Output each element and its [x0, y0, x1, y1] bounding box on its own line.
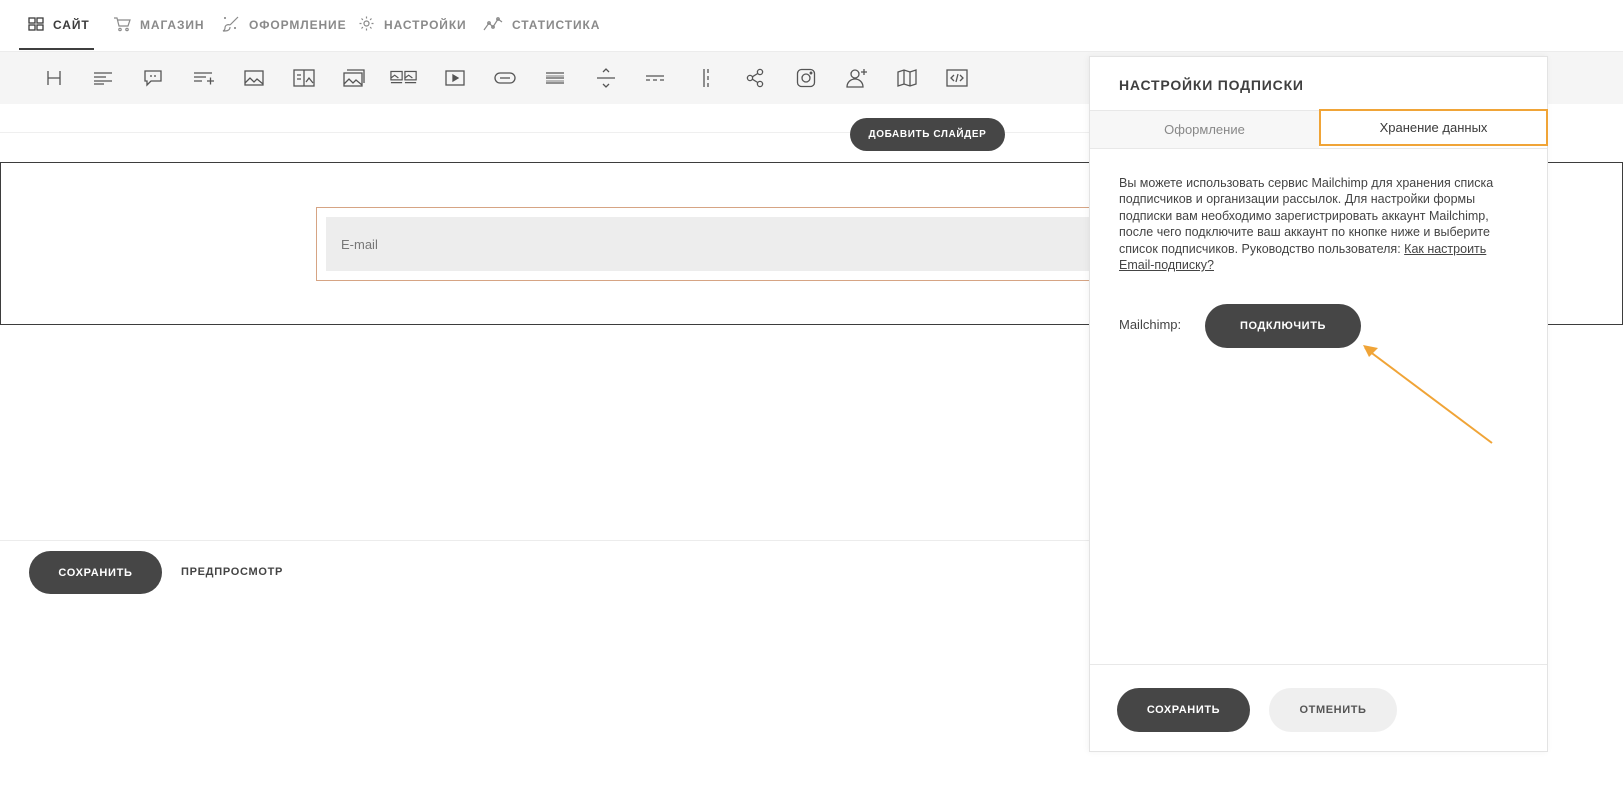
brush-icon [222, 15, 240, 36]
instagram-icon[interactable] [792, 64, 820, 92]
nav-item-stats[interactable]: СТАТИСТИКА [483, 0, 600, 50]
nav-item-label: СТАТИСТИКА [512, 18, 601, 32]
share-icon[interactable] [741, 64, 769, 92]
code-icon[interactable] [943, 64, 971, 92]
gallery-text-icon[interactable] [390, 64, 418, 92]
nav-item-site[interactable]: САЙТ [28, 0, 90, 50]
subscription-settings-panel: НАСТРОЙКИ ПОДПИСКИ Оформление Хранение д… [1089, 56, 1548, 752]
quote-icon[interactable] [139, 64, 167, 92]
add-slider-button[interactable]: ДОБАВИТЬ СЛАЙДЕР [850, 118, 1005, 151]
nav-item-label: ОФОРМЛЕНИЕ [249, 18, 347, 32]
panel-cancel-button[interactable]: ОТМЕНИТЬ [1269, 688, 1397, 732]
nav-item-shop[interactable]: МАГАЗИН [113, 0, 204, 50]
save-button[interactable]: СОХРАНИТЬ [29, 551, 162, 594]
nav-item-settings[interactable]: НАСТРОЙКИ [358, 0, 467, 50]
gallery-icon[interactable] [340, 64, 368, 92]
footer-divider [0, 540, 1090, 541]
text-icon[interactable] [89, 64, 117, 92]
subscribe-icon[interactable] [843, 64, 871, 92]
button-icon[interactable] [491, 64, 519, 92]
cart-icon [113, 16, 131, 35]
grid-icon [28, 16, 44, 34]
nav-item-label: НАСТРОЙКИ [384, 18, 467, 32]
nav-item-label: САЙТ [53, 18, 90, 32]
video-icon[interactable] [441, 64, 469, 92]
gear-icon [358, 15, 375, 35]
panel-title: НАСТРОЙКИ ПОДПИСКИ [1119, 77, 1304, 93]
heading-icon[interactable] [40, 64, 68, 92]
mailchimp-description: Вы можете использовать сервис Mailchimp … [1119, 175, 1511, 273]
tab-data-storage[interactable]: Хранение данных [1319, 109, 1548, 146]
nav-item-design[interactable]: ОФОРМЛЕНИЕ [222, 0, 346, 50]
spacer-icon[interactable] [641, 64, 669, 92]
nav-item-label: МАГАЗИН [140, 18, 205, 32]
columns-icon[interactable] [692, 64, 720, 92]
preview-button[interactable]: ПРЕДПРОСМОТР [181, 566, 283, 578]
map-icon[interactable] [893, 64, 921, 92]
form-icon[interactable] [541, 64, 569, 92]
mailchimp-label: Mailchimp: [1119, 317, 1182, 332]
list-icon[interactable] [190, 64, 218, 92]
tab-design[interactable]: Оформление [1090, 111, 1319, 148]
top-navigation: САЙТ МАГАЗИН ОФОРМЛЕНИЕ НАСТРОЙКИ СТАТИС… [0, 0, 1623, 52]
panel-save-button[interactable]: СОХРАНИТЬ [1117, 688, 1250, 732]
chart-line-icon [483, 16, 503, 35]
divider-icon[interactable] [592, 64, 620, 92]
panel-tabs: Оформление Хранение данных [1090, 109, 1548, 149]
image-text-icon[interactable] [290, 64, 318, 92]
image-icon[interactable] [240, 64, 268, 92]
connect-mailchimp-button[interactable]: ПОДКЛЮЧИТЬ [1205, 304, 1361, 348]
panel-footer-divider [1090, 664, 1547, 665]
email-input[interactable] [326, 217, 1106, 271]
active-tab-indicator [19, 48, 94, 50]
